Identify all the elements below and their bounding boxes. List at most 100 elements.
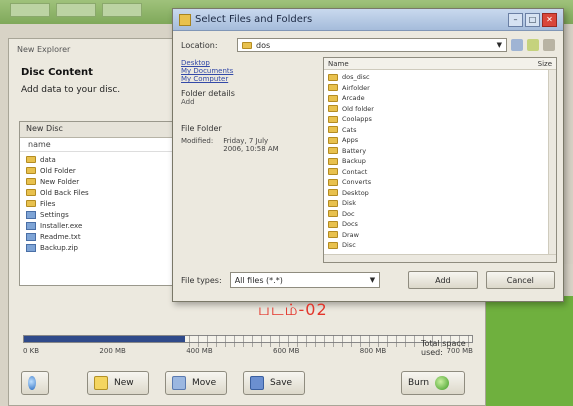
taskbar-item[interactable] <box>56 3 96 17</box>
list-item-label: Disk <box>342 199 356 208</box>
places-pane: Desktop My Documents My Computer Folder … <box>181 59 321 259</box>
list-item[interactable]: Desktop <box>328 188 552 199</box>
location-label: Location: <box>181 40 218 50</box>
file-type-select[interactable]: All files (*.*) ▼ <box>229 272 381 288</box>
list-item[interactable]: Readme.txt <box>26 231 182 242</box>
list-item[interactable]: Old Folder <box>26 165 182 176</box>
new-button-label: New <box>114 378 134 388</box>
list-item-label: Settings <box>40 210 69 219</box>
list-item-label: Converts <box>342 178 372 187</box>
page-title: Disc Content <box>21 67 93 78</box>
list-item[interactable]: Cats <box>328 125 552 136</box>
list-item-label: Coolapps <box>342 115 372 124</box>
cancel-button[interactable]: Cancel <box>485 271 555 289</box>
folder-icon <box>328 115 338 123</box>
save-button[interactable]: Save <box>243 371 305 395</box>
page-subtitle: Add data to your disc. <box>21 85 121 95</box>
list-item[interactable]: Battery <box>328 146 552 157</box>
folder-icon <box>328 84 338 92</box>
list-item[interactable]: Files <box>26 198 182 209</box>
scale-tick-label: 700 MB <box>446 347 473 355</box>
list-item[interactable]: Arcade <box>328 93 552 104</box>
file-type-row: File types: All files (*.*) ▼ Add Cancel <box>181 271 555 289</box>
list-item[interactable]: Old folder <box>328 104 552 115</box>
list-item-label: Apps <box>342 136 359 145</box>
file-icon <box>26 221 36 230</box>
list-item[interactable]: data <box>26 154 182 165</box>
column-header-name[interactable]: name <box>20 138 188 152</box>
maximize-button[interactable]: □ <box>525 12 540 27</box>
list-item[interactable]: Contact <box>328 167 552 178</box>
dialog-titlebar[interactable]: Select Files and Folders – □ ✕ <box>173 9 563 31</box>
scale-tick-label: 200 MB <box>99 347 126 355</box>
list-item[interactable]: Disc <box>328 240 552 251</box>
place-documents[interactable]: My Documents <box>181 67 321 75</box>
chevron-down-icon[interactable]: ▼ <box>497 41 506 49</box>
list-item-label: data <box>40 155 56 164</box>
burn-icon <box>435 376 450 390</box>
list-item[interactable]: Airfolder <box>328 83 552 94</box>
folder-icon <box>328 231 338 239</box>
up-folder-icon[interactable] <box>527 39 539 51</box>
select-files-dialog: Select Files and Folders – □ ✕ Location:… <box>172 8 564 302</box>
column-name[interactable]: Name <box>328 60 349 68</box>
list-item[interactable]: Docs <box>328 219 552 230</box>
add-button[interactable]: Add <box>408 271 478 289</box>
list-item[interactable]: Settings <box>26 209 182 220</box>
dialog-title: Select Files and Folders <box>195 14 313 25</box>
minimize-button[interactable]: – <box>508 12 523 27</box>
help-button[interactable] <box>21 371 49 395</box>
move-button-label: Move <box>192 378 217 388</box>
taskbar-item[interactable] <box>10 3 50 17</box>
list-item[interactable]: Apps <box>328 135 552 146</box>
scale-tick-label: 800 MB <box>359 347 387 355</box>
horizontal-scrollbar[interactable] <box>324 254 556 262</box>
column-size[interactable]: Size <box>538 60 552 68</box>
list-item-label: Backup <box>342 157 366 166</box>
list-item-label: New Folder <box>40 177 80 186</box>
list-item[interactable]: New Folder <box>26 176 182 187</box>
list-item[interactable]: Installer.exe <box>26 220 182 231</box>
list-item[interactable]: dos_disc <box>328 72 552 83</box>
place-computer[interactable]: My Computer <box>181 75 321 83</box>
list-item[interactable]: Backup.zip <box>26 242 182 253</box>
disc-title: New Disc <box>20 122 188 138</box>
view-menu-icon[interactable] <box>543 39 555 51</box>
modified-label: Modified: <box>181 137 214 145</box>
back-icon[interactable] <box>511 39 523 51</box>
window-controls: – □ ✕ <box>508 12 557 27</box>
folder-icon <box>179 13 191 26</box>
burn-button[interactable]: Burn <box>401 371 465 395</box>
list-item[interactable]: Doc <box>328 209 552 220</box>
scale-tick-label: 600 MB <box>272 347 300 355</box>
close-button[interactable]: ✕ <box>542 12 557 27</box>
place-desktop[interactable]: Desktop <box>181 59 321 67</box>
modified-row: Modified: Friday, 7 July 2006, 10:58 AM <box>181 137 321 153</box>
taskbar-item[interactable] <box>102 3 142 17</box>
folder-icon <box>242 41 252 49</box>
list-header[interactable]: Name Size <box>324 58 556 70</box>
new-icon <box>94 376 108 390</box>
scale-tick-label: 400 MB <box>186 347 213 355</box>
list-item-label: Old folder <box>342 104 374 113</box>
folder-icon <box>26 200 36 207</box>
file-icon <box>26 210 36 219</box>
folder-icon <box>328 220 338 228</box>
list-item-label: Files <box>40 199 56 208</box>
list-item[interactable]: Backup <box>328 156 552 167</box>
new-button[interactable]: New <box>87 371 149 395</box>
list-item-label: Battery <box>342 146 367 155</box>
list-item[interactable]: Draw <box>328 230 552 241</box>
list-item[interactable]: Coolapps <box>328 114 552 125</box>
list-item[interactable]: Old Back Files <box>26 187 182 198</box>
list-item-label: Docs <box>342 220 358 229</box>
folder-icon <box>328 136 338 144</box>
move-button[interactable]: Move <box>165 371 227 395</box>
app-title: New Explorer <box>17 45 71 54</box>
folder-icon <box>328 210 338 218</box>
location-combo[interactable]: dos ▼ <box>237 38 507 52</box>
vertical-scrollbar[interactable] <box>548 70 556 254</box>
list-item-label: Old Back Files <box>40 188 89 197</box>
list-item[interactable]: Converts <box>328 177 552 188</box>
list-item[interactable]: Disk <box>328 198 552 209</box>
